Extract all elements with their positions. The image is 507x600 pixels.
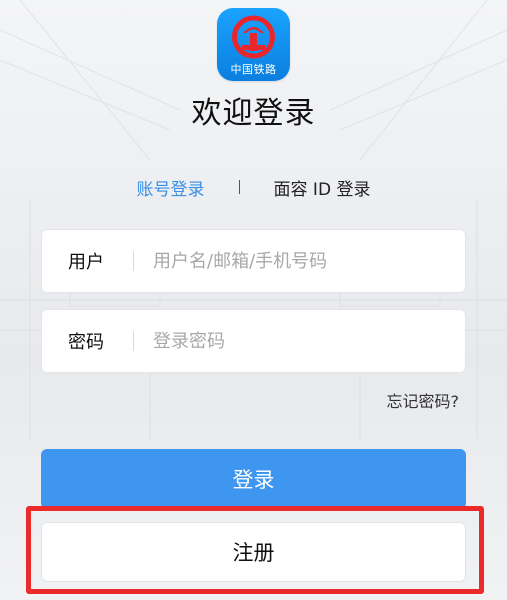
password-input[interactable]: [134, 309, 465, 373]
username-label: 用户: [68, 252, 104, 273]
login-button[interactable]: 登录: [41, 449, 466, 509]
password-label: 密码: [68, 332, 104, 353]
username-field[interactable]: 用户: [41, 229, 466, 293]
forgot-password-link[interactable]: 忘记密码?: [387, 388, 460, 412]
app-logo: 中国铁路: [217, 8, 290, 81]
page-title: 欢迎登录: [191, 96, 316, 131]
logo-caption: 中国铁路: [230, 63, 277, 76]
china-railway-logo-icon: [232, 15, 275, 59]
username-input[interactable]: [134, 229, 465, 293]
password-field[interactable]: 密码: [41, 309, 466, 373]
tab-face-id-login[interactable]: 面容 ID 登录: [274, 175, 371, 200]
register-button[interactable]: 注册: [41, 522, 466, 582]
tab-separator: [238, 180, 240, 194]
login-method-tabs: 账号登录 面容 ID 登录: [0, 175, 507, 200]
tab-account-login[interactable]: 账号登录: [137, 175, 205, 200]
